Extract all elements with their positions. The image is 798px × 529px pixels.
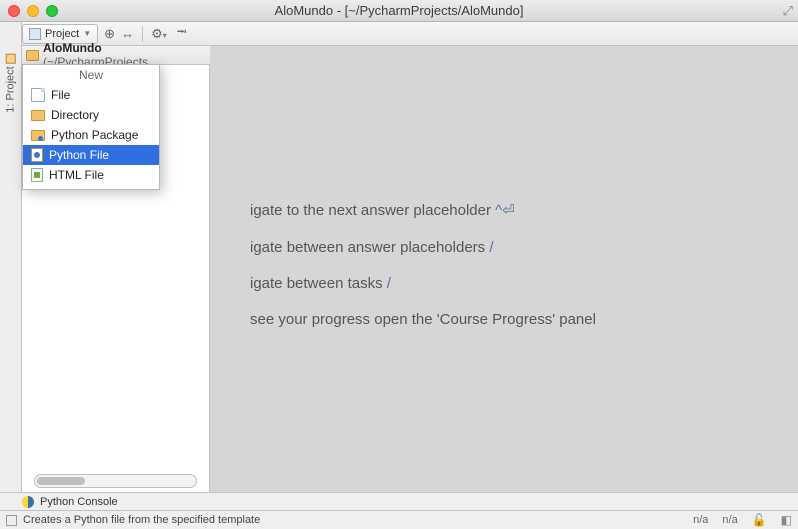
shortcut-icon: ^⏎ [495, 201, 515, 219]
new-context-menu: New File Directory Python Package Python… [22, 64, 160, 190]
project-root-row[interactable]: AloMundo (~/PycharmProjects [22, 46, 210, 65]
gear-icon[interactable]: ⚙︎▾ [151, 26, 167, 42]
editor-hint-3: igate between tasks / [250, 275, 391, 292]
project-button-label: Project [45, 28, 79, 40]
expand-icon[interactable]: ↔ [121, 26, 134, 42]
editor-area: igate to the next answer placeholder ^⏎ … [210, 46, 798, 492]
menu-item-label: Directory [51, 108, 99, 122]
sidebar-tab-label: 1: Project [5, 66, 17, 112]
scrollbar-thumb[interactable] [37, 477, 85, 485]
bottom-tool-bar: Python Console [0, 492, 798, 510]
menu-item-label: Python Package [51, 128, 138, 142]
menu-item-python-package[interactable]: Python Package [23, 125, 159, 145]
directory-icon [31, 110, 45, 121]
inspector-icon[interactable]: ◧ [781, 513, 792, 527]
python-package-icon [31, 130, 45, 141]
html-file-icon [31, 168, 43, 182]
menu-item-label: File [51, 88, 70, 102]
menu-item-directory[interactable]: Directory [23, 105, 159, 125]
menu-item-html-file[interactable]: HTML File [23, 165, 159, 185]
close-window-button[interactable] [8, 5, 20, 17]
minimize-window-button[interactable] [27, 5, 39, 17]
status-bar: Creates a Python file from the specified… [0, 510, 798, 529]
menu-item-python-file[interactable]: Python File [23, 145, 159, 165]
menu-item-label: HTML File [49, 168, 104, 182]
context-menu-title: New [23, 65, 159, 85]
menu-item-label: Python File [49, 148, 109, 162]
project-tab-icon [6, 53, 16, 63]
editor-hint-4: see your progress open the 'Course Progr… [250, 311, 596, 328]
menu-item-file[interactable]: File [23, 85, 159, 105]
toolbar-icons: ⊕ ↔ [104, 26, 134, 42]
title-bar: AloMundo - [~/PycharmProjects/AloMundo] … [0, 0, 798, 22]
status-indicator-icon[interactable] [6, 515, 17, 526]
project-icon [29, 28, 41, 40]
window-controls [8, 5, 58, 17]
status-message: Creates a Python file from the specified… [23, 514, 260, 526]
python-console-tab[interactable]: Python Console [40, 496, 118, 508]
python-file-icon [31, 148, 43, 162]
folder-icon [26, 50, 39, 61]
shortcut-icon: / [387, 275, 391, 292]
python-console-icon [22, 496, 34, 508]
target-icon[interactable]: ⊕ [104, 26, 115, 42]
fullscreen-icon[interactable]: ⤢ [783, 3, 793, 19]
status-field-1: n/a [693, 514, 708, 526]
project-root-name: AloMundo [43, 41, 102, 55]
lock-icon[interactable]: 🔓 [752, 513, 767, 527]
window-title: AloMundo - [~/PycharmProjects/AloMundo] [275, 3, 524, 18]
file-icon [31, 88, 45, 102]
editor-hint-2: igate between answer placeholders / [250, 239, 494, 256]
editor-hint-1: igate to the next answer placeholder ^⏎ [250, 201, 515, 219]
shortcut-icon: / [489, 239, 493, 256]
tool-window-tab-project[interactable]: 1: Project [5, 53, 17, 112]
toolbar-separator [142, 26, 143, 42]
chevron-down-icon: ▼ [83, 29, 91, 38]
left-gutter: 1: Project [0, 22, 22, 492]
status-field-2: n/a [722, 514, 737, 526]
project-scrollbar[interactable] [34, 474, 197, 488]
zoom-window-button[interactable] [46, 5, 58, 17]
